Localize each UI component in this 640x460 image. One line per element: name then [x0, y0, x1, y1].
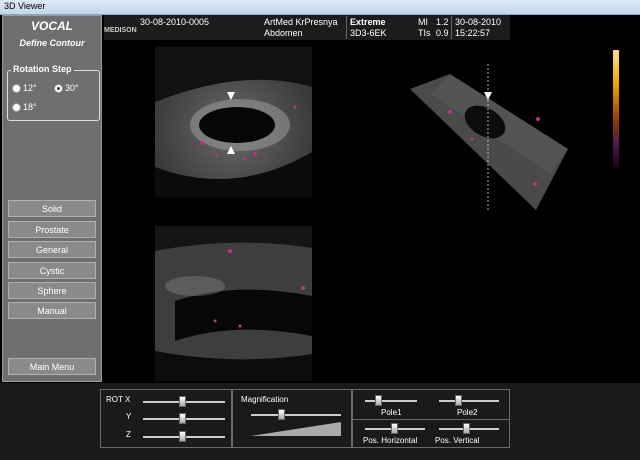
info-bar: MEDISON 30-08-2010-0005 ArtMed KrPresnya… [104, 15, 510, 40]
divider [353, 419, 509, 420]
patient-id: 30-08-2010-0005 [140, 17, 210, 27]
mi-value: 1.2 [436, 17, 449, 27]
tis-value: 0.9 [436, 28, 449, 38]
pos-horizontal-slider[interactable] [391, 423, 398, 434]
radio-18-label: 18° [23, 102, 37, 112]
separator [346, 16, 347, 39]
magnification-track [251, 414, 341, 416]
prostate-button[interactable]: Prostate [8, 221, 96, 238]
pole-position-controls: Pole1 Pole2 Pos. Horizontal Pos. Vertica… [352, 389, 510, 448]
pole2-slider[interactable] [455, 395, 462, 406]
pole1-label: Pole1 [381, 408, 402, 417]
magnification-ramp [251, 422, 341, 436]
brand-logo: MEDISON [104, 27, 137, 34]
sphere-button[interactable]: Sphere [8, 282, 96, 299]
color-scale-bar [613, 50, 619, 168]
left-panel: VOCAL Define Contour Rotation Step 12° 3… [2, 15, 102, 382]
ultrasound-view-c[interactable] [410, 64, 568, 210]
probe: 3D3-6EK [350, 28, 387, 38]
window-title: 3D Viewer [4, 1, 46, 11]
radio-12[interactable] [12, 84, 21, 93]
pole2-track [439, 400, 499, 402]
y-label: Y [126, 412, 132, 421]
date: 30-08-2010 [455, 17, 502, 27]
separator [451, 16, 452, 39]
rot-x-slider[interactable] [179, 396, 186, 407]
time: 15:22:57 [455, 28, 491, 38]
institution: ArtMed KrPresnya [264, 17, 338, 27]
general-button[interactable]: General [8, 241, 96, 258]
y-slider[interactable] [179, 413, 186, 424]
z-slider[interactable] [179, 431, 186, 442]
magnification-label: Magnification [241, 395, 289, 404]
cystic-button[interactable]: Cystic [8, 262, 96, 279]
radio-18[interactable] [12, 103, 21, 112]
control-bar: ROT X Y Z Magnification Pole1 Pole2 Pos.… [0, 383, 640, 460]
magnification-slider[interactable] [278, 409, 285, 420]
main-menu-button[interactable]: Main Menu [8, 358, 96, 375]
manual-button[interactable]: Manual [8, 302, 96, 319]
radio-30-label: 30° [65, 83, 79, 93]
mi-label: MI [418, 17, 428, 27]
pole2-label: Pole2 [457, 408, 478, 417]
rotation-step-label: Rotation Step [11, 64, 74, 74]
solid-button[interactable]: Solid [8, 200, 96, 217]
preset: Abdomen [264, 28, 303, 38]
ultrasound-view-b[interactable] [155, 226, 312, 381]
viewer-window: 3D Viewer VOCAL Define Contour Rotation … [0, 0, 640, 460]
rot-x-label: ROT X [106, 395, 131, 404]
pole1-slider[interactable] [375, 395, 382, 406]
radio-12-label: 12° [23, 83, 37, 93]
pole1-track [365, 400, 417, 402]
pos-horizontal-label: Pos. Horizontal [363, 436, 418, 445]
rotation-controls: ROT X Y Z [100, 389, 232, 448]
radio-30[interactable] [54, 84, 63, 93]
pos-vertical-slider[interactable] [463, 423, 470, 434]
rotation-step-group: Rotation Step 12° 30° 18° [7, 64, 100, 121]
tis-label: TIs [418, 28, 431, 38]
magnification-controls: Magnification [232, 389, 352, 448]
panel-subtitle: Define Contour [19, 38, 85, 48]
panel-title: VOCAL [31, 19, 73, 33]
pos-vertical-label: Pos. Vertical [435, 436, 480, 445]
mode: Extreme [350, 17, 386, 27]
z-label: Z [126, 430, 131, 439]
ultrasound-view-a[interactable] [155, 47, 312, 197]
title-bar: 3D Viewer [0, 0, 640, 15]
